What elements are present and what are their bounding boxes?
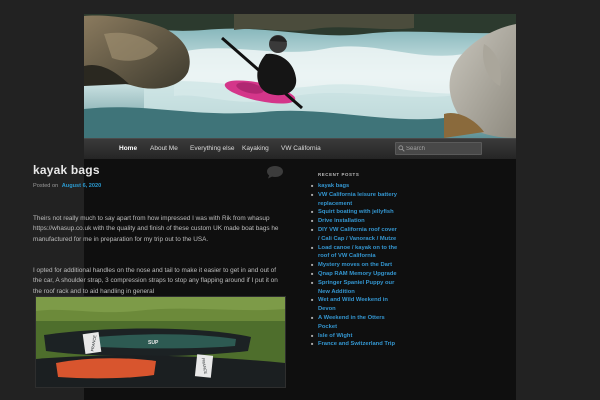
recent-post-link[interactable]: Mystery moves on the Dart [310, 261, 400, 270]
nav-item-vw-california[interactable]: VW California [274, 139, 328, 159]
recent-post-link[interactable]: Drive installation [310, 217, 400, 226]
recent-posts-heading: RECENT POSTS [318, 172, 360, 177]
search-input[interactable] [406, 143, 480, 154]
post-date-link[interactable]: August 6, 2020 [62, 183, 101, 189]
bag-label: SUP [148, 340, 159, 346]
post-image-kayak-bags[interactable]: FRANCE SUP FRANCE [35, 296, 286, 388]
main-navigation: Home About Me Everything else Kayaking V… [84, 138, 516, 159]
nav-item-about-me[interactable]: About Me [143, 139, 185, 159]
recent-post-link[interactable]: Load canoe / kayak on to the roof of VW … [310, 244, 400, 262]
nav-item-everything-else[interactable]: Everything else [183, 139, 241, 159]
comment-bubble-icon[interactable] [266, 165, 284, 179]
nav-item-kayaking[interactable]: Kayaking [235, 139, 276, 159]
recent-post-link[interactable]: Isle of Wight [310, 332, 400, 341]
recent-post-link[interactable]: France and Switzerland Trip [310, 340, 400, 349]
recent-post-link[interactable]: A Weekend in the Otters Pocket [310, 314, 400, 332]
recent-post-link[interactable]: Springer Spaniel Puppy our New Addition [310, 279, 400, 297]
recent-posts-list: kayak bags VW California leisure battery… [310, 182, 400, 349]
nav-item-home[interactable]: Home [112, 139, 144, 159]
post-paragraph: Theirs not really much to say apart from… [33, 215, 279, 243]
post-meta: Posted on August 6, 2020 [33, 183, 101, 189]
recent-post-link[interactable]: kayak bags [310, 182, 400, 191]
post-paragraph: I opted for additional handles on the no… [33, 267, 278, 295]
search-box [395, 142, 482, 155]
header-image[interactable] [84, 14, 516, 138]
post-title[interactable]: kayak bags [33, 163, 100, 177]
recent-post-link[interactable]: Squirt boating with jellyfish [310, 208, 400, 217]
search-icon [398, 145, 405, 152]
recent-post-link[interactable]: VW California leisure battery replacemen… [310, 191, 400, 209]
recent-post-link[interactable]: Wet and Wild Weekend in Devon [310, 296, 400, 314]
recent-post-link[interactable]: DIY VW California roof cover / Cali Cap … [310, 226, 400, 244]
posted-on-label: Posted on [33, 183, 59, 189]
recent-post-link[interactable]: Qnap RAM Memory Upgrade [310, 270, 400, 279]
